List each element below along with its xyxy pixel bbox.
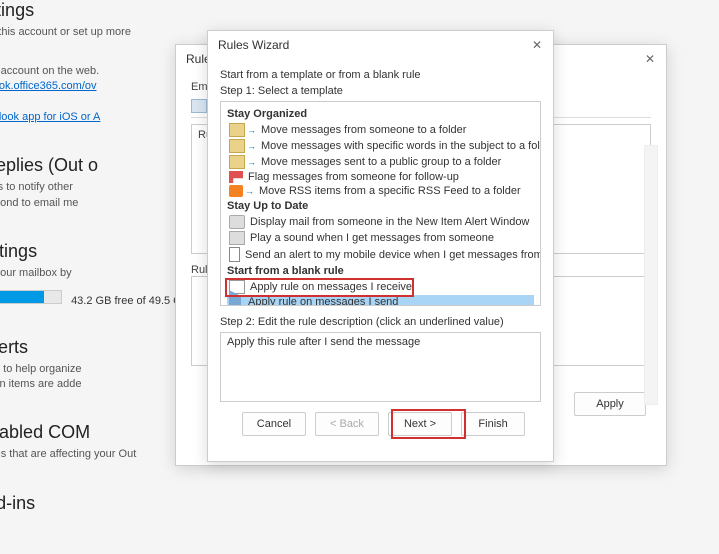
flag-icon bbox=[229, 171, 243, 183]
category-stay-organized: Stay Organized bbox=[227, 108, 534, 120]
template-option[interactable]: →Move messages from someone to a folder bbox=[227, 122, 534, 138]
category-stay-up-to-date: Stay Up to Date bbox=[227, 200, 534, 212]
category-blank-rule: Start from a blank rule bbox=[227, 265, 534, 277]
template-option-send[interactable]: Apply rule on messages I send bbox=[227, 295, 534, 306]
rss-icon bbox=[229, 185, 243, 197]
template-option[interactable]: Send an alert to my mobile device when I… bbox=[227, 246, 534, 263]
template-list[interactable]: Stay Organized →Move messages from someo… bbox=[220, 101, 541, 306]
new-rule-icon bbox=[191, 99, 207, 113]
template-option[interactable]: Play a sound when I get messages from so… bbox=[227, 230, 534, 246]
scrollbar[interactable] bbox=[644, 145, 658, 405]
send-icon bbox=[229, 296, 243, 306]
template-option[interactable]: →Move messages with specific words in th… bbox=[227, 138, 534, 154]
close-icon[interactable]: ✕ bbox=[527, 35, 547, 55]
finish-button[interactable]: Finish bbox=[461, 412, 525, 436]
template-option[interactable]: Display mail from someone in the New Ite… bbox=[227, 214, 534, 230]
template-option[interactable]: Flag messages from someone for follow-up bbox=[227, 170, 534, 184]
folder-icon bbox=[229, 123, 245, 137]
storage-bar bbox=[0, 290, 62, 304]
alert-icon bbox=[229, 215, 245, 229]
next-button[interactable]: Next > bbox=[388, 412, 452, 436]
rules-wizard-dialog: Rules Wizard ✕ Start from a template or … bbox=[207, 30, 554, 462]
close-icon[interactable]: ✕ bbox=[640, 49, 660, 69]
manage-addins-heading: anage Add-ins bbox=[0, 493, 640, 514]
rule-description-preview[interactable]: Apply this rule after I send the message bbox=[220, 332, 541, 402]
wizard-intro: Start from a template or from a blank ru… bbox=[220, 69, 541, 81]
account-settings-heading: count Settings bbox=[0, 0, 640, 21]
back-button[interactable]: < Back bbox=[315, 412, 379, 436]
wizard-title: Rules Wizard bbox=[208, 31, 553, 59]
cancel-button[interactable]: Cancel bbox=[242, 412, 306, 436]
folder-icon bbox=[229, 139, 245, 153]
template-option[interactable]: →Move RSS items from a specific RSS Feed… bbox=[227, 184, 534, 198]
owa-link[interactable]: https://outlook.office365.com/ov bbox=[0, 80, 97, 92]
mobile-icon bbox=[229, 247, 240, 262]
wizard-step1-label: Step 1: Select a template bbox=[220, 85, 541, 97]
sound-icon bbox=[229, 231, 245, 245]
folder-icon bbox=[229, 155, 245, 169]
apply-button[interactable]: Apply bbox=[574, 392, 646, 416]
template-option[interactable]: →Move messages sent to a public group to… bbox=[227, 154, 534, 170]
storage-text: 43.2 GB free of 49.5 GB bbox=[71, 295, 189, 307]
wizard-step2-label: Step 2: Edit the rule description (click… bbox=[220, 316, 541, 328]
template-option-receive[interactable]: Apply rule on messages I receive bbox=[227, 279, 534, 295]
mobile-app-link[interactable]: Get the Outlook app for iOS or A bbox=[0, 111, 100, 123]
